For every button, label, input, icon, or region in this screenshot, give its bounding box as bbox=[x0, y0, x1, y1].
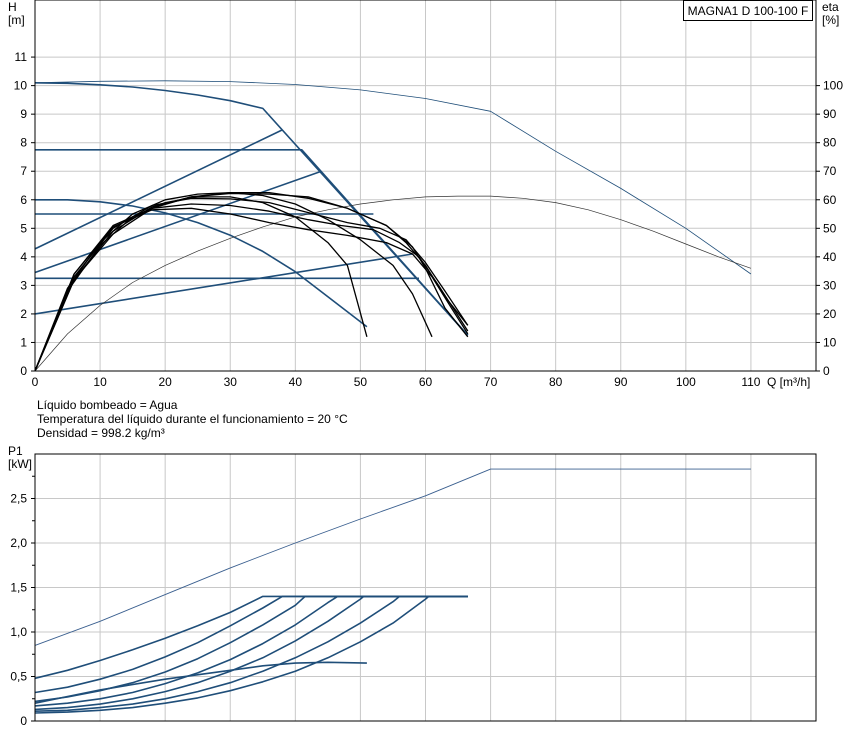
eta-tick-label: 20 bbox=[823, 307, 837, 321]
eta-axis-unit: [%] bbox=[822, 13, 839, 27]
power-tick-label: 1,0 bbox=[10, 625, 27, 639]
eta-tick-label: 90 bbox=[823, 107, 837, 121]
head-tick-label: 3 bbox=[20, 278, 27, 292]
eta-axis-name: eta bbox=[822, 0, 839, 14]
eta-tick-label: 70 bbox=[823, 164, 837, 178]
flow-tick-label: 10 bbox=[93, 375, 107, 389]
flow-tick-label: 100 bbox=[676, 375, 696, 389]
head-tick-label: 8 bbox=[20, 136, 27, 150]
head-curve-line bbox=[34, 253, 413, 315]
power-axis-unit: [kW] bbox=[8, 457, 32, 471]
head-tick-label: 10 bbox=[14, 79, 28, 93]
eta-tick-label: 50 bbox=[823, 221, 837, 235]
flow-tick-label: 110 bbox=[741, 375, 760, 389]
head-chart-series bbox=[34, 80, 752, 372]
power-tick-label: 0,5 bbox=[10, 670, 27, 684]
head-tick-label: 5 bbox=[20, 221, 27, 235]
flow-tick-label: 80 bbox=[549, 375, 563, 389]
power-curve-line bbox=[34, 468, 751, 646]
head-tick-label: 2 bbox=[20, 307, 27, 321]
flow-tick-label: 50 bbox=[354, 375, 368, 389]
power-tick-label: 0 bbox=[20, 714, 27, 728]
head-chart-grid bbox=[34, 0, 816, 372]
efficiency-curve-line bbox=[34, 195, 752, 372]
head-curve-line bbox=[34, 129, 283, 250]
head-tick-label: 0 bbox=[20, 364, 27, 378]
flow-tick-label: 20 bbox=[158, 375, 172, 389]
head-tick-label: 6 bbox=[20, 193, 27, 207]
fluid-info-line-1: Líquido bombeado = Agua bbox=[37, 398, 178, 412]
flow-tick-label: 70 bbox=[484, 375, 498, 389]
eta-tick-label: 60 bbox=[823, 193, 837, 207]
eta-tick-label: 40 bbox=[823, 250, 837, 264]
flow-axis-label: Q [m³/h] bbox=[767, 375, 810, 389]
eta-tick-label: 80 bbox=[823, 136, 837, 150]
eta-tick-label: 30 bbox=[823, 278, 837, 292]
flow-tick-label: 0 bbox=[32, 375, 39, 389]
pump-performance-charts: 0 10 20 30 40 50 60 70 80 90 100 110012345678910110… bbox=[8, 0, 844, 728]
head-tick-label: 9 bbox=[20, 107, 27, 121]
power-tick-label: 1,5 bbox=[10, 581, 27, 595]
head-tick-label: 1 bbox=[20, 335, 27, 349]
eta-tick-label: 100 bbox=[823, 79, 843, 93]
head-tick-label: 4 bbox=[20, 250, 27, 264]
flow-tick-label: 90 bbox=[614, 375, 628, 389]
power-tick-label: 2,5 bbox=[10, 492, 27, 506]
eta-tick-label: 10 bbox=[823, 335, 837, 349]
head-axis-unit: [m] bbox=[8, 13, 25, 27]
fluid-info-line-2: Temperatura del líquido durante el funci… bbox=[37, 412, 348, 426]
flow-tick-label: 40 bbox=[289, 375, 303, 389]
fluid-info-line-3: Densidad = 998.2 kg/m³ bbox=[37, 426, 165, 440]
model-label: MAGNA1 D 100-100 F bbox=[683, 0, 813, 21]
power-tick-label: 2,0 bbox=[10, 536, 27, 550]
flow-tick-label: 60 bbox=[419, 375, 433, 389]
power-chart-ticks: 0 0,5 1,0 1,5 2,0 2,5 bbox=[10, 475, 35, 728]
power-axis-name: P1 bbox=[8, 444, 23, 458]
head-axis-name: H bbox=[8, 0, 17, 14]
eta-tick-label: 0 bbox=[823, 364, 830, 378]
head-tick-label: 11 bbox=[15, 50, 28, 64]
head-chart-ticks: 0 10 20 30 40 50 60 70 80 90 100 110012345678910110… bbox=[14, 50, 844, 389]
flow-tick-label: 30 bbox=[224, 375, 238, 389]
head-tick-label: 7 bbox=[20, 164, 27, 178]
